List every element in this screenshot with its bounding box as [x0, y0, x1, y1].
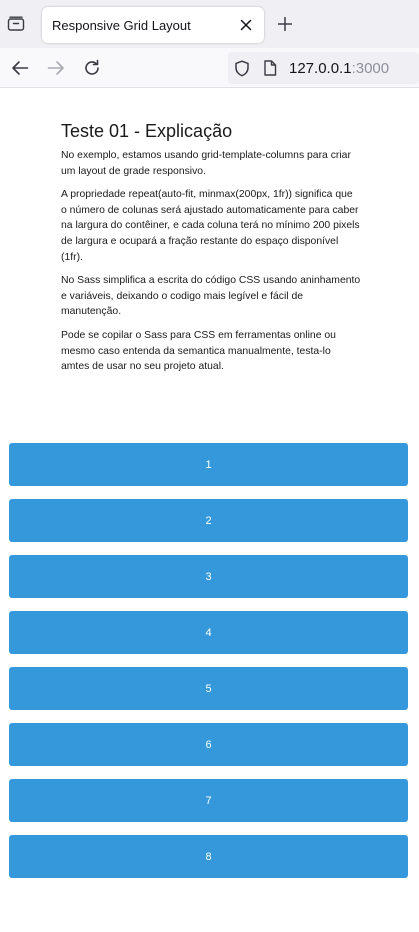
- paragraph: No exemplo, estamos usando grid-template…: [61, 150, 351, 177]
- url-host: 127.0.0.1: [289, 60, 352, 77]
- page-title: Teste 01 - Explicação: [61, 121, 233, 141]
- tab-list-icon[interactable]: [4, 12, 28, 36]
- paragraph: Pode se copilar o Sass para CSS em ferra…: [61, 329, 336, 373]
- url-bar[interactable]: 127.0.0.1:3000: [228, 52, 419, 84]
- grid-item: 3: [9, 555, 408, 598]
- explanation-section: Teste 01 - Explicação No exemplo, estamo…: [61, 120, 361, 383]
- tab-active[interactable]: Responsive Grid Layout: [42, 7, 264, 43]
- grid-container: 1 2 3 4 5 6 7 8: [9, 443, 408, 891]
- shield-icon[interactable]: [234, 59, 250, 76]
- close-icon[interactable]: [236, 15, 256, 35]
- grid-item: 8: [9, 835, 408, 878]
- grid-item: 7: [9, 779, 408, 822]
- page-icon: [262, 60, 278, 76]
- url-text[interactable]: 127.0.0.1:3000: [289, 60, 389, 77]
- paragraph: A propriedade repeat(auto-fit, minmax(20…: [61, 189, 360, 263]
- arrow-left-icon[interactable]: [9, 57, 31, 79]
- plus-icon[interactable]: [274, 13, 296, 35]
- reload-icon[interactable]: [81, 57, 103, 79]
- grid-item: 4: [9, 611, 408, 654]
- grid-item: 5: [9, 667, 408, 710]
- arrow-right-icon[interactable]: [45, 57, 67, 79]
- grid-item: 1: [9, 443, 408, 486]
- nav-bar: 127.0.0.1:3000: [0, 48, 419, 88]
- tab-bar: Responsive Grid Layout: [0, 0, 419, 48]
- grid-item: 2: [9, 499, 408, 542]
- grid-item: 6: [9, 723, 408, 766]
- paragraph: No Sass simplifica a escrita do código C…: [61, 275, 361, 318]
- tab-title: Responsive Grid Layout: [52, 18, 191, 33]
- url-port: :3000: [351, 60, 390, 77]
